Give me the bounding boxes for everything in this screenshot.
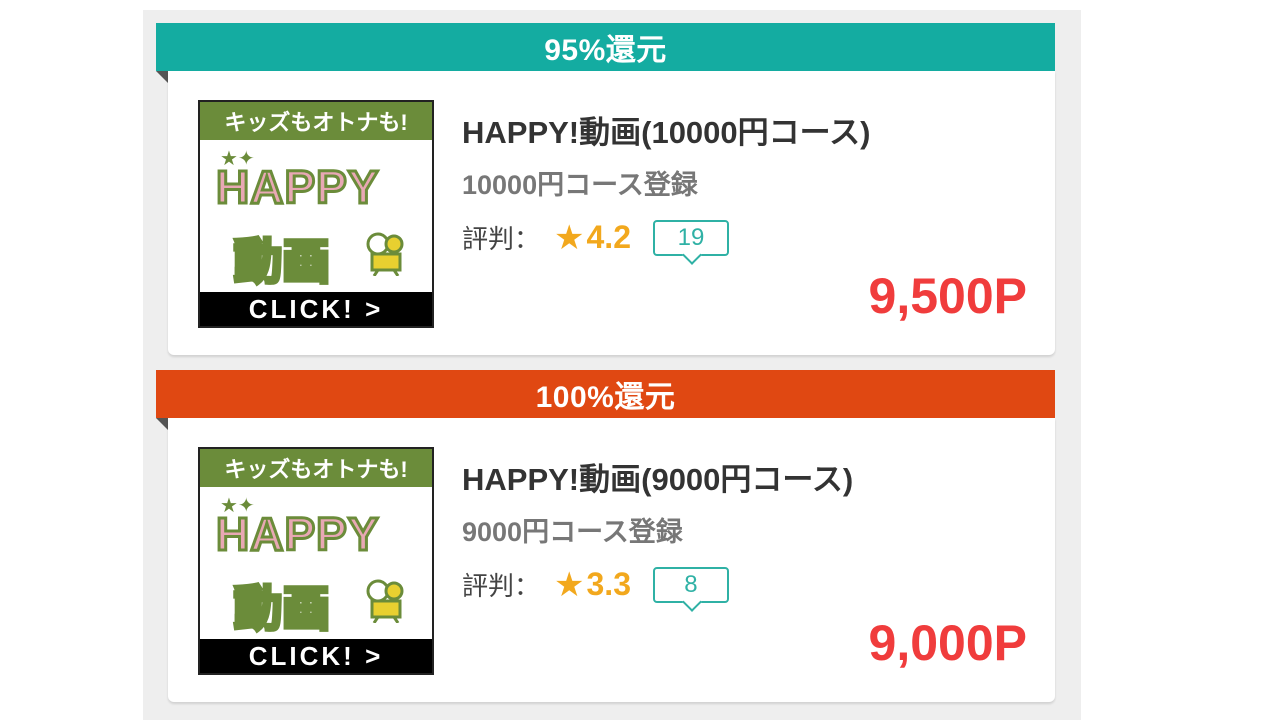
thumbnail-tagline: キッズもオトナも! bbox=[200, 102, 432, 140]
cashback-ribbon: 95%還元 bbox=[156, 23, 1055, 83]
rating-label: 評判： bbox=[462, 571, 541, 601]
offer-card-body[interactable]: キッズもオトナも! ★✦ HAPPY 動画 CLICK! > HAPPY!動画(… bbox=[168, 418, 1055, 702]
star-icon: ★ bbox=[554, 565, 585, 604]
offer-card-body[interactable]: キッズもオトナも! ★✦ HAPPY 動画 CLICK! > HAPPY!動画(… bbox=[168, 71, 1055, 355]
thumbnail-logo-sub: 動画 bbox=[232, 234, 332, 291]
thumbnail-logo-area: ★✦ HAPPY 動画 bbox=[200, 140, 432, 292]
offer-thumbnail[interactable]: キッズもオトナも! ★✦ HAPPY 動画 CLICK! > bbox=[198, 100, 434, 328]
offer-card[interactable]: 100%還元 キッズもオトナも! ★✦ HAPPY 動画 CLICK! > HA… bbox=[156, 370, 1055, 702]
offer-card[interactable]: 95%還元 キッズもオトナも! ★✦ HAPPY 動画 CLICK! > HAP… bbox=[156, 23, 1055, 355]
thumbnail-logo-area: ★✦ HAPPY 動画 bbox=[200, 487, 432, 639]
review-count-bubble[interactable]: 8 bbox=[652, 566, 729, 603]
cashback-rate: 100%還元 bbox=[535, 381, 676, 414]
offer-rating: 評判： ★ 3.3 8 bbox=[462, 566, 729, 603]
reward-points: 9,500P bbox=[868, 268, 1027, 324]
ribbon-fold bbox=[156, 71, 168, 83]
thumbnail-tagline: キッズもオトナも! bbox=[200, 449, 432, 487]
offer-thumbnail[interactable]: キッズもオトナも! ★✦ HAPPY 動画 CLICK! > bbox=[198, 447, 434, 675]
movie-camera-icon bbox=[366, 232, 404, 276]
thumbnail-logo-text: HAPPY bbox=[214, 160, 380, 215]
cashback-ribbon: 100%還元 bbox=[156, 370, 1055, 430]
rating-value: 4.2 bbox=[586, 219, 631, 255]
review-count-bubble[interactable]: 19 bbox=[652, 219, 729, 256]
ribbon-fold bbox=[156, 418, 168, 430]
rating-value: 3.3 bbox=[586, 566, 631, 602]
cashback-rate: 95%還元 bbox=[544, 34, 667, 67]
rating-label: 評判： bbox=[462, 224, 541, 254]
offer-rating: 評判： ★ 4.2 19 bbox=[462, 219, 729, 256]
offer-condition: 9000円コース登録 bbox=[462, 517, 683, 547]
star-icon: ★ bbox=[554, 218, 585, 257]
thumbnail-logo-text: HAPPY bbox=[214, 507, 380, 562]
offer-condition: 10000円コース登録 bbox=[462, 170, 698, 200]
thumbnail-click-button[interactable]: CLICK! > bbox=[200, 292, 432, 326]
reward-points: 9,000P bbox=[868, 615, 1027, 671]
offer-title[interactable]: HAPPY!動画(10000円コース) bbox=[462, 107, 870, 152]
thumbnail-click-button[interactable]: CLICK! > bbox=[200, 639, 432, 673]
offer-title[interactable]: HAPPY!動画(9000円コース) bbox=[462, 454, 853, 499]
thumbnail-logo-sub: 動画 bbox=[232, 581, 332, 638]
movie-camera-icon bbox=[366, 579, 404, 623]
